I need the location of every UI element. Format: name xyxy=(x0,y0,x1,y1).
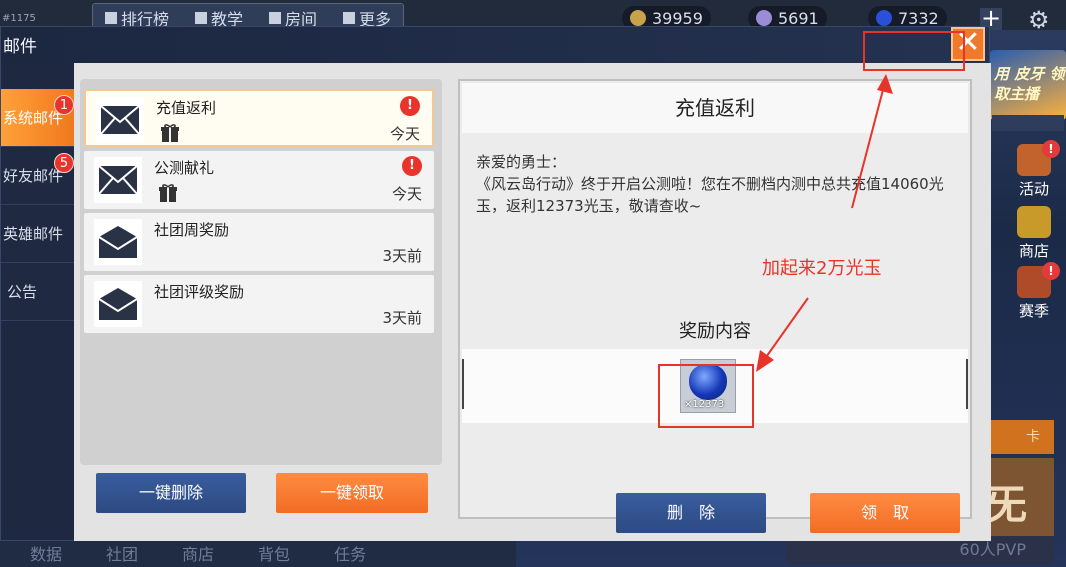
gift-icon xyxy=(159,184,177,202)
bottom-nav: 数据 社团 商店 背包 任务 xyxy=(0,538,516,567)
mail-time: 3天前 xyxy=(382,309,422,327)
mail-dialog: 邮件 ✕ 系统邮件 1 好友邮件 5 英雄邮件 公告 充值返利 ! 今天 公测献… xyxy=(0,26,991,541)
annotation-text: 加起来2万光玉 xyxy=(762,258,882,279)
mail-greeting: 亲爱的勇士： xyxy=(476,153,567,171)
mail-list: 充值返利 ! 今天 公测献礼 ! 今天 社团周奖励 3天前 社团评级奖励 3天前 xyxy=(80,79,442,465)
delete-all-button[interactable]: 一键删除 xyxy=(96,473,246,513)
promo-banner[interactable]: 用 皮牙 领取主播 xyxy=(990,50,1066,120)
gold-coin-icon xyxy=(630,10,646,26)
reward-label: 奖励内容 xyxy=(679,321,751,342)
unread-badge: 5 xyxy=(54,153,74,173)
mail-content: 《风云岛行动》终于开启公测啦！您在不删档内测中总共充值14060光玉，返利123… xyxy=(476,175,944,215)
tab-friend-mail[interactable]: 好友邮件 5 xyxy=(1,147,74,205)
mail-list-item[interactable]: 社团周奖励 3天前 xyxy=(84,213,434,271)
promo-progress xyxy=(992,115,1064,131)
mail-title: 社团周奖励 xyxy=(154,221,230,239)
mail-time: 3天前 xyxy=(382,247,422,265)
annotation-box xyxy=(658,364,754,428)
shop-bag-icon xyxy=(1017,206,1051,238)
gift-icon xyxy=(161,124,179,142)
divider xyxy=(462,359,464,409)
unread-badge: 1 xyxy=(54,95,74,115)
alert-icon: ! xyxy=(400,96,420,116)
mail-title: 社团评级奖励 xyxy=(154,283,245,301)
bottom-tab-data[interactable]: 数据 xyxy=(30,541,62,565)
mail-detail-title: 充值返利 xyxy=(462,83,968,133)
envelope-icon xyxy=(96,97,144,143)
light-jade-icon xyxy=(876,10,892,26)
season-button[interactable]: 赛季 ! xyxy=(1004,262,1064,322)
shop-button[interactable]: 商店 xyxy=(1004,206,1064,262)
open-envelope-icon xyxy=(94,281,142,327)
alert-icon: ! xyxy=(402,156,422,176)
mail-list-item[interactable]: 社团评级奖励 3天前 xyxy=(84,275,434,333)
crystal-icon xyxy=(756,10,772,26)
mail-detail: 充值返利 亲爱的勇士： 《风云岛行动》终于开启公测啦！您在不删档内测中总共充值1… xyxy=(458,79,972,533)
mail-title: 公测献礼 xyxy=(154,159,215,177)
dialog-title: 邮件 xyxy=(3,37,37,57)
bottom-tab-club[interactable]: 社团 xyxy=(106,541,138,565)
divider xyxy=(966,359,968,409)
claim-button[interactable]: 领 取 xyxy=(810,493,960,533)
alert-badge: ! xyxy=(1042,262,1060,280)
delete-button[interactable]: 删 除 xyxy=(616,493,766,533)
bottom-tab-shop[interactable]: 商店 xyxy=(182,541,214,565)
tab-announcement[interactable]: 公告 xyxy=(1,263,74,321)
grid-icon xyxy=(343,12,356,24)
room-icon xyxy=(269,12,282,24)
mail-category-list: 系统邮件 1 好友邮件 5 英雄邮件 公告 xyxy=(1,89,74,321)
activity-button[interactable]: 活动 ! xyxy=(1004,140,1064,200)
open-envelope-icon xyxy=(94,219,142,265)
mail-time: 今天 xyxy=(391,185,422,203)
mail-list-item[interactable]: 充值返利 ! 今天 xyxy=(84,89,434,147)
bottom-tab-task[interactable]: 任务 xyxy=(334,541,366,565)
bottom-tab-bag[interactable]: 背包 xyxy=(258,541,290,565)
claim-all-button[interactable]: 一键领取 xyxy=(276,473,428,513)
tab-system-mail[interactable]: 系统邮件 1 xyxy=(1,89,74,147)
annotation-box xyxy=(863,31,965,71)
tab-hero-mail[interactable]: 英雄邮件 xyxy=(1,205,74,263)
mail-title: 充值返利 xyxy=(156,99,217,117)
mail-detail-body: 亲爱的勇士： 《风云岛行动》终于开启公测啦！您在不删档内测中总共充值14060光… xyxy=(476,151,962,217)
dialog-title-bar: 邮件 xyxy=(1,27,989,63)
book-icon xyxy=(195,12,208,24)
gear-icon[interactable]: ⚙ xyxy=(1028,8,1052,32)
list-icon xyxy=(105,12,117,24)
mail-panel: 充值返利 ! 今天 公测献礼 ! 今天 社团周奖励 3天前 社团评级奖励 3天前… xyxy=(74,63,991,541)
mail-list-item[interactable]: 公测献礼 ! 今天 xyxy=(84,151,434,209)
player-uid: #1175 xyxy=(2,13,36,24)
alert-badge: ! xyxy=(1042,140,1060,158)
envelope-icon xyxy=(94,157,142,203)
mail-time: 今天 xyxy=(389,125,420,143)
